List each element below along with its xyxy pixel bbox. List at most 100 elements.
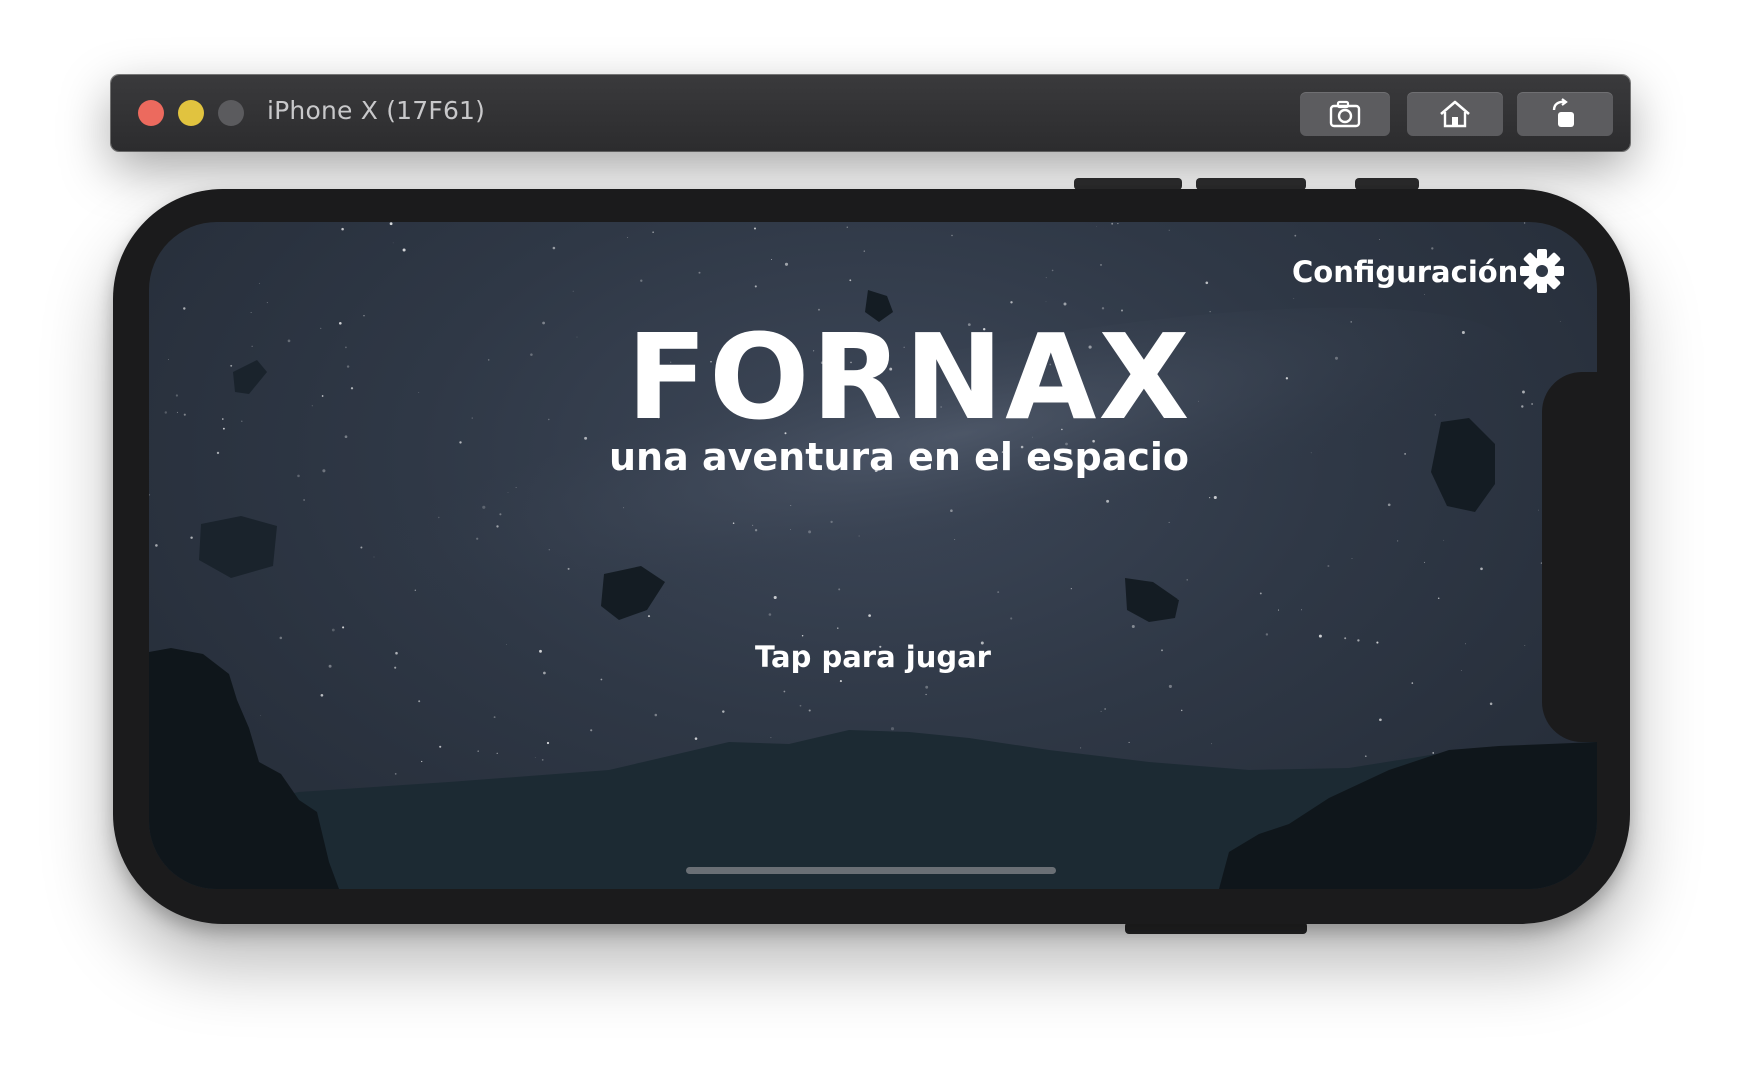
game-screen[interactable]: Configuración FORNAX una aventura en el …: [149, 222, 1597, 889]
gear-icon[interactable]: [1519, 248, 1565, 294]
star: [572, 290, 574, 292]
star: [784, 262, 789, 266]
star: [258, 282, 260, 284]
star: [590, 729, 593, 732]
star: [321, 395, 324, 397]
star: [260, 714, 262, 716]
minimize-window-button[interactable]: [178, 100, 204, 126]
star: [183, 413, 186, 416]
star: [394, 773, 397, 775]
window-title: iPhone X (17F61): [267, 96, 486, 125]
star: [647, 615, 651, 618]
star: [360, 546, 363, 549]
star: [542, 321, 545, 325]
star: [890, 727, 895, 731]
star: [753, 227, 757, 230]
star: [694, 737, 698, 740]
home-indicator[interactable]: [686, 867, 1056, 874]
star: [1437, 597, 1440, 600]
star: [1051, 269, 1054, 272]
star: [830, 520, 833, 524]
star: [539, 649, 542, 653]
star: [954, 539, 956, 541]
star: [168, 358, 169, 360]
star: [175, 394, 178, 397]
zoom-window-button[interactable]: [218, 100, 244, 126]
camera-icon: [1329, 100, 1361, 128]
star: [1434, 414, 1436, 416]
star: [627, 237, 629, 238]
star: [216, 451, 220, 455]
star: [311, 405, 313, 407]
star: [1378, 239, 1380, 240]
star: [1344, 637, 1347, 640]
star: [1465, 643, 1466, 645]
star: [1443, 539, 1445, 541]
star: [838, 588, 841, 591]
star: [732, 522, 735, 524]
game-logo-title: FORNAX: [626, 308, 1192, 446]
star: [1387, 503, 1391, 507]
star: [373, 556, 375, 558]
star: [1364, 755, 1367, 758]
star: [654, 713, 658, 717]
star: [328, 664, 332, 668]
star: [868, 614, 871, 617]
star: [925, 693, 927, 696]
star: [773, 595, 777, 600]
rotate-button[interactable]: [1517, 92, 1613, 136]
star: [342, 626, 345, 629]
star: [530, 353, 533, 356]
star: [839, 680, 842, 683]
star: [266, 302, 268, 304]
star: [487, 359, 490, 361]
star: [1424, 561, 1426, 563]
star: [1213, 495, 1217, 500]
star: [499, 513, 502, 516]
tap-to-play-prompt[interactable]: Tap para jugar: [723, 640, 1023, 674]
screenshot-button[interactable]: [1300, 92, 1390, 136]
star: [837, 627, 839, 629]
star: [319, 327, 322, 330]
star: [1357, 639, 1360, 642]
star: [1531, 403, 1533, 405]
star: [506, 644, 507, 645]
star: [350, 387, 354, 390]
home-icon: [1440, 100, 1470, 128]
asteroid: [199, 516, 277, 578]
star: [459, 441, 462, 444]
simulator-stage: iPhone X (17F61) Configuración FORNAX un…: [0, 0, 1740, 1090]
star: [251, 345, 253, 347]
star: [1301, 609, 1303, 611]
star: [552, 246, 556, 250]
star: [1168, 684, 1172, 688]
star: [1538, 509, 1539, 511]
star: [493, 716, 496, 719]
star: [1100, 710, 1102, 712]
star: [1524, 644, 1526, 646]
close-window-button[interactable]: [138, 100, 164, 126]
star: [1070, 588, 1072, 590]
star: [1265, 633, 1269, 636]
star: [183, 307, 186, 310]
star: [1045, 301, 1047, 303]
star: [600, 678, 603, 681]
star: [389, 222, 393, 226]
star: [1209, 311, 1211, 313]
star: [164, 411, 168, 414]
star: [722, 710, 725, 713]
star: [1559, 321, 1561, 322]
star: [1379, 718, 1382, 722]
star: [783, 690, 786, 693]
star: [698, 271, 701, 274]
star: [1285, 377, 1289, 380]
star: [640, 279, 643, 282]
home-button[interactable]: [1407, 92, 1503, 136]
rotate-icon: [1552, 98, 1574, 127]
star: [1411, 682, 1414, 684]
star: [1351, 558, 1353, 559]
star: [230, 364, 233, 367]
star: [1045, 277, 1047, 279]
star: [541, 759, 544, 761]
star: [849, 279, 852, 282]
